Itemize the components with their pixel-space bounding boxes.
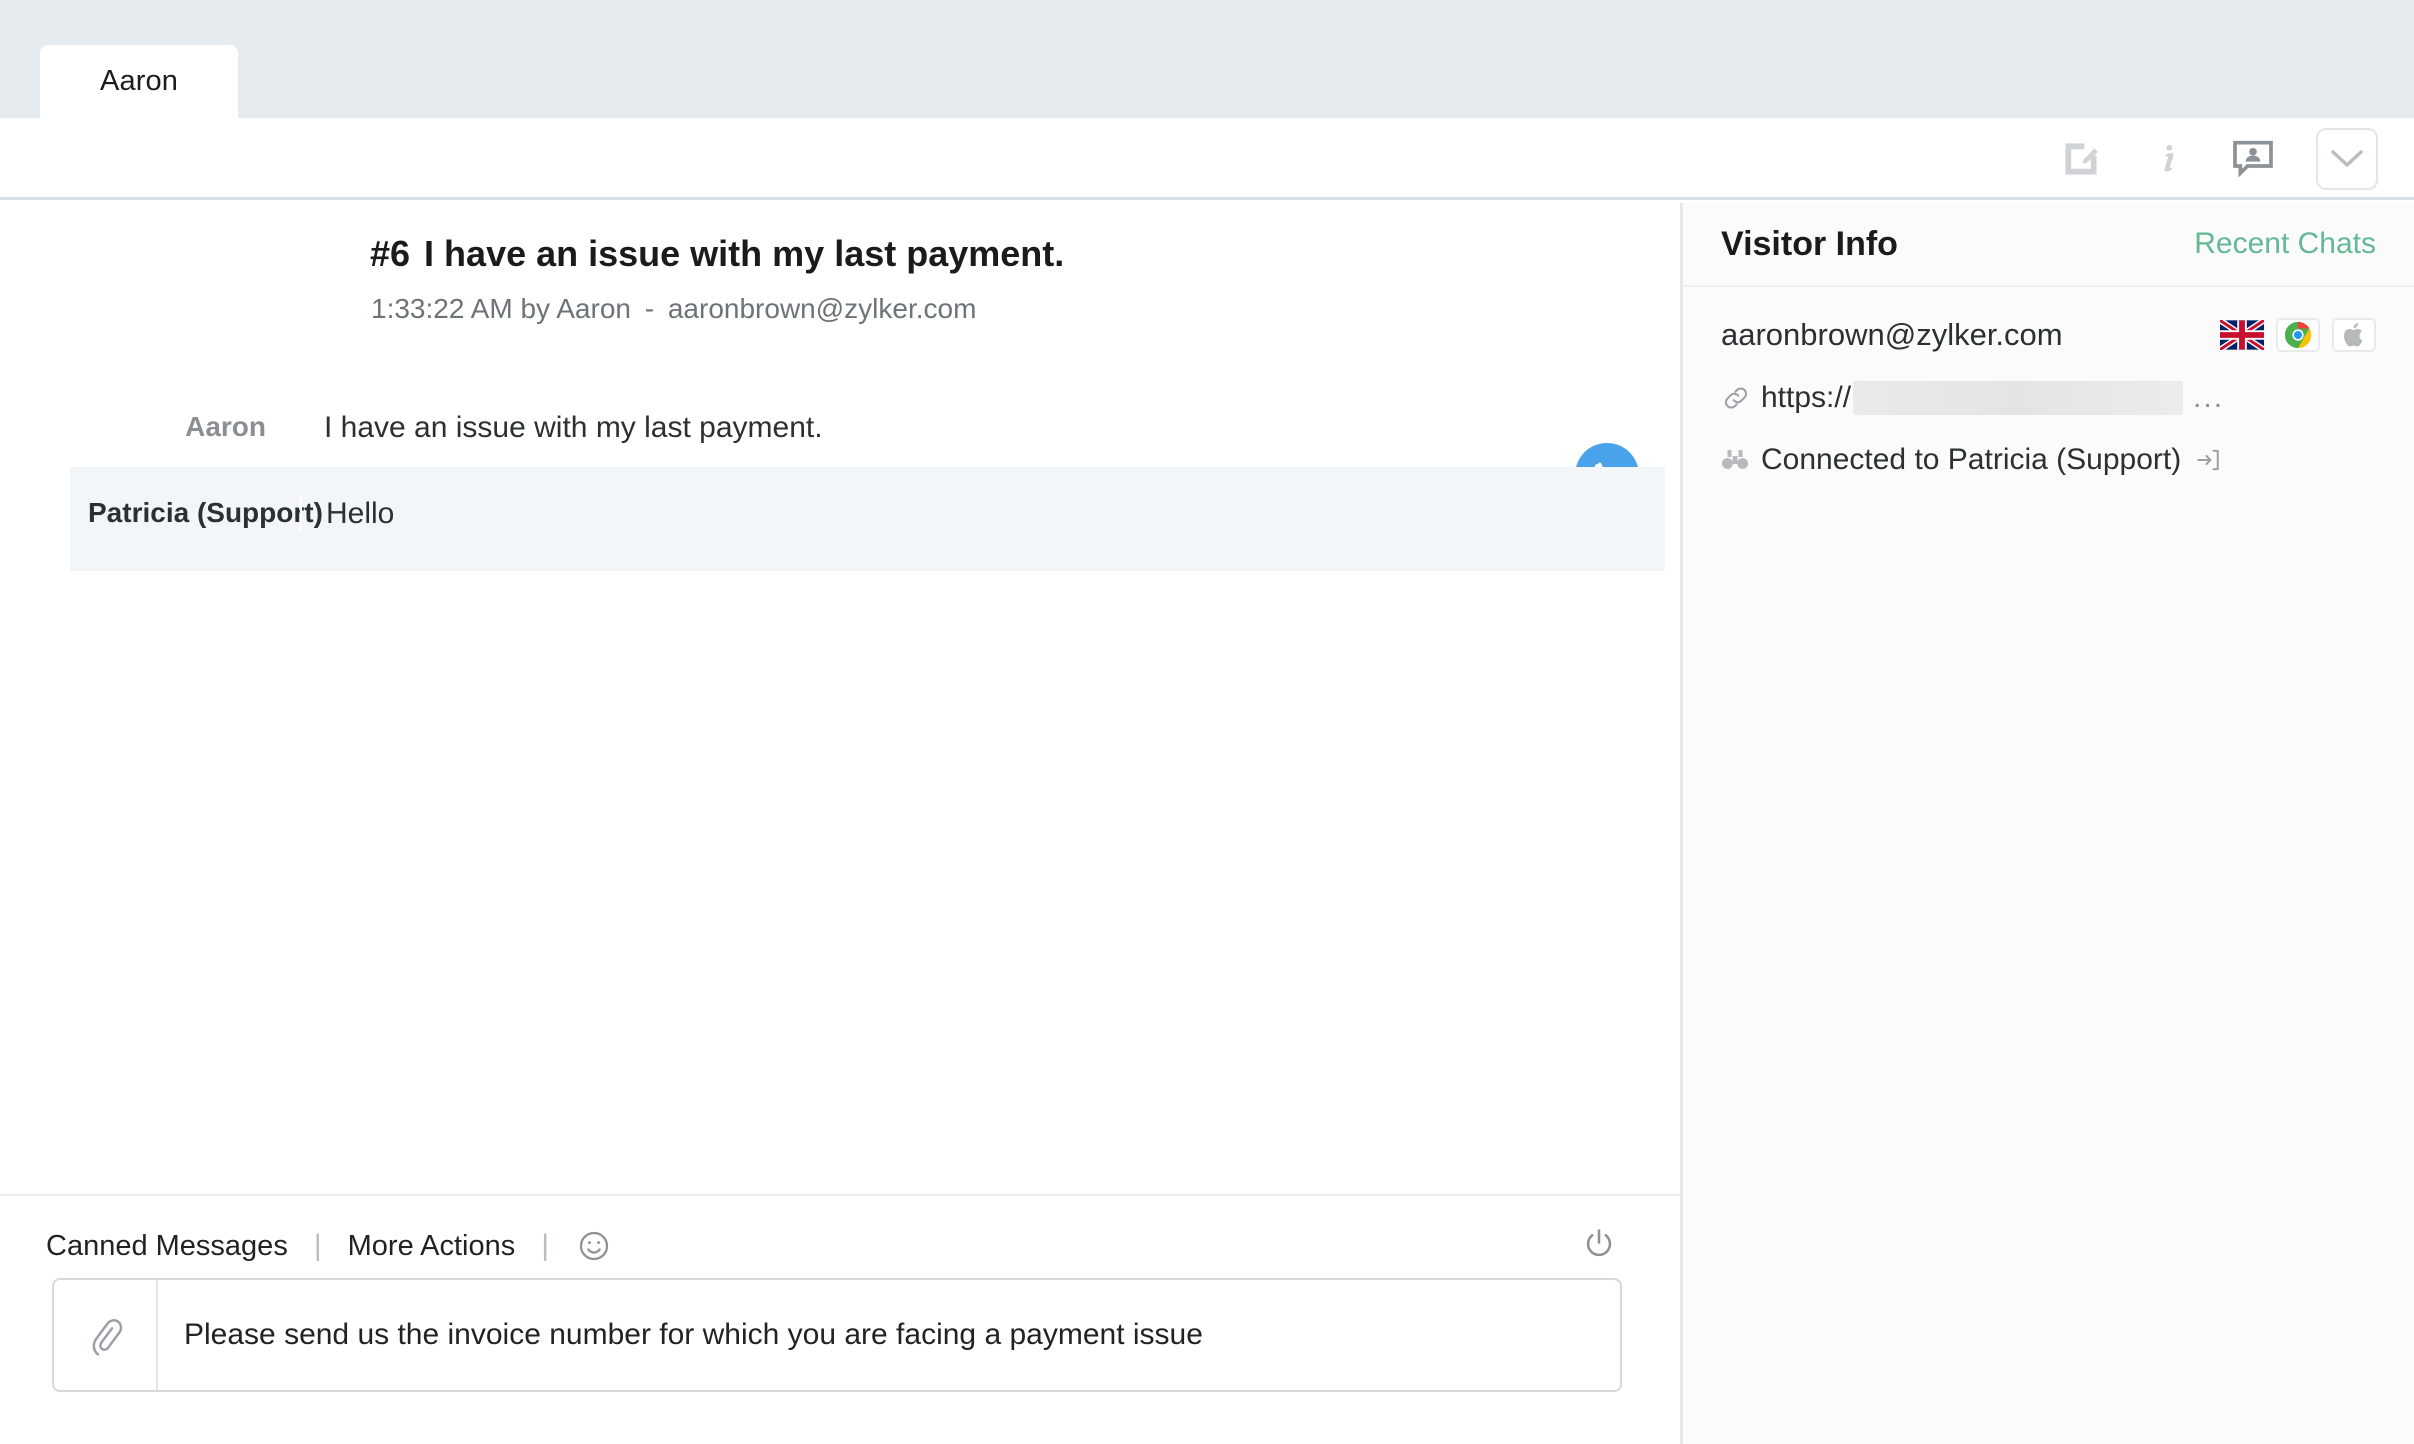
table-row: Patricia (Support) Hello — [70, 467, 1665, 571]
message-sender: Patricia (Support) — [70, 497, 300, 529]
message-text: I have an issue with my last payment. — [300, 411, 823, 445]
composer: Canned Messages | More Actions | — [0, 1194, 1680, 1444]
conversation-meta: 1:33:22 AM by Aaron - aaronbrown@zylker.… — [371, 293, 976, 325]
ticket-title: I have an issue with my last payment. — [424, 233, 1064, 274]
sidebar-body: aaronbrown@zylker.com — [1683, 287, 2414, 477]
composer-toolbar: Canned Messages | More Actions | — [46, 1216, 611, 1276]
tab-label: Aaron — [100, 65, 178, 98]
apple-icon — [2332, 318, 2376, 352]
visitor-badges — [2220, 318, 2376, 352]
chevron-down-icon[interactable] — [2316, 128, 2378, 190]
visitor-url: https:// ... — [1761, 381, 2224, 415]
chat-visitor-icon[interactable] — [2230, 136, 2276, 182]
chat-pane: #6I have an issue with my last payment. … — [0, 203, 1683, 1444]
binoculars-icon — [1721, 448, 1761, 472]
info-icon[interactable] — [2144, 136, 2190, 182]
power-icon[interactable] — [1575, 1220, 1623, 1268]
tab-aaron[interactable]: Aaron — [40, 45, 238, 118]
edit-note-icon[interactable] — [2058, 136, 2104, 182]
divider: | — [314, 1229, 322, 1263]
message-list: Aaron I have an issue with my last payme… — [0, 383, 1680, 1194]
meta-separator: - — [645, 293, 654, 324]
canned-messages-button[interactable]: Canned Messages — [46, 1230, 288, 1263]
sign-in-icon[interactable] — [2195, 447, 2221, 473]
by-label: by — [520, 293, 550, 324]
message-input[interactable] — [158, 1280, 1620, 1390]
page-title: #6 I have an issue with my last payment. — [370, 233, 1064, 275]
conversation-header: #6I have an issue with my last payment. … — [0, 203, 1680, 383]
ticket-number: #6 — [370, 233, 410, 274]
conversation-time: 1:33:22 AM — [371, 293, 513, 324]
chrome-icon — [2276, 318, 2320, 352]
link-icon — [1721, 383, 1761, 413]
divider: | — [541, 1229, 549, 1263]
more-actions-button[interactable]: More Actions — [348, 1230, 516, 1263]
message-input-wrapper — [52, 1278, 1622, 1392]
toolbar-icon-group — [2058, 118, 2378, 200]
url-ellipsis: ... — [2193, 381, 2224, 415]
url-redacted-bar — [1853, 381, 2183, 415]
top-toolbar — [0, 118, 2414, 200]
recent-chats-link[interactable]: Recent Chats — [2194, 227, 2376, 261]
visitor-url-row: https:// ... — [1721, 381, 2376, 415]
visitor-email: aaronbrown@zylker.com — [1721, 317, 2063, 353]
sidebar-title: Visitor Info — [1721, 225, 1898, 264]
conversation-author: Aaron — [556, 293, 631, 324]
smiley-icon[interactable] — [577, 1229, 611, 1263]
sidebar-header: Visitor Info Recent Chats — [1683, 203, 2414, 287]
connected-status: Connected to Patricia (Support) — [1761, 443, 2221, 477]
visitor-info-sidebar: Visitor Info Recent Chats aaronbrown@zyl… — [1683, 203, 2414, 1444]
url-prefix: https:// — [1761, 381, 1851, 415]
conversation-email: aaronbrown@zylker.com — [668, 293, 977, 324]
visitor-email-row: aaronbrown@zylker.com — [1721, 317, 2376, 353]
paperclip-icon[interactable] — [54, 1280, 158, 1390]
table-row: Aaron I have an issue with my last payme… — [0, 383, 1665, 467]
tab-bar: Aaron — [0, 0, 2414, 118]
message-sender: Aaron — [0, 411, 300, 443]
chat-application-window: Aaron — [0, 0, 2414, 1444]
connected-text: Connected to Patricia (Support) — [1761, 443, 2181, 477]
uk-flag-icon — [2220, 318, 2264, 352]
main-content: #6I have an issue with my last payment. … — [0, 203, 2414, 1444]
visitor-connected-row: Connected to Patricia (Support) — [1721, 443, 2376, 477]
message-text: Hello — [302, 497, 394, 531]
